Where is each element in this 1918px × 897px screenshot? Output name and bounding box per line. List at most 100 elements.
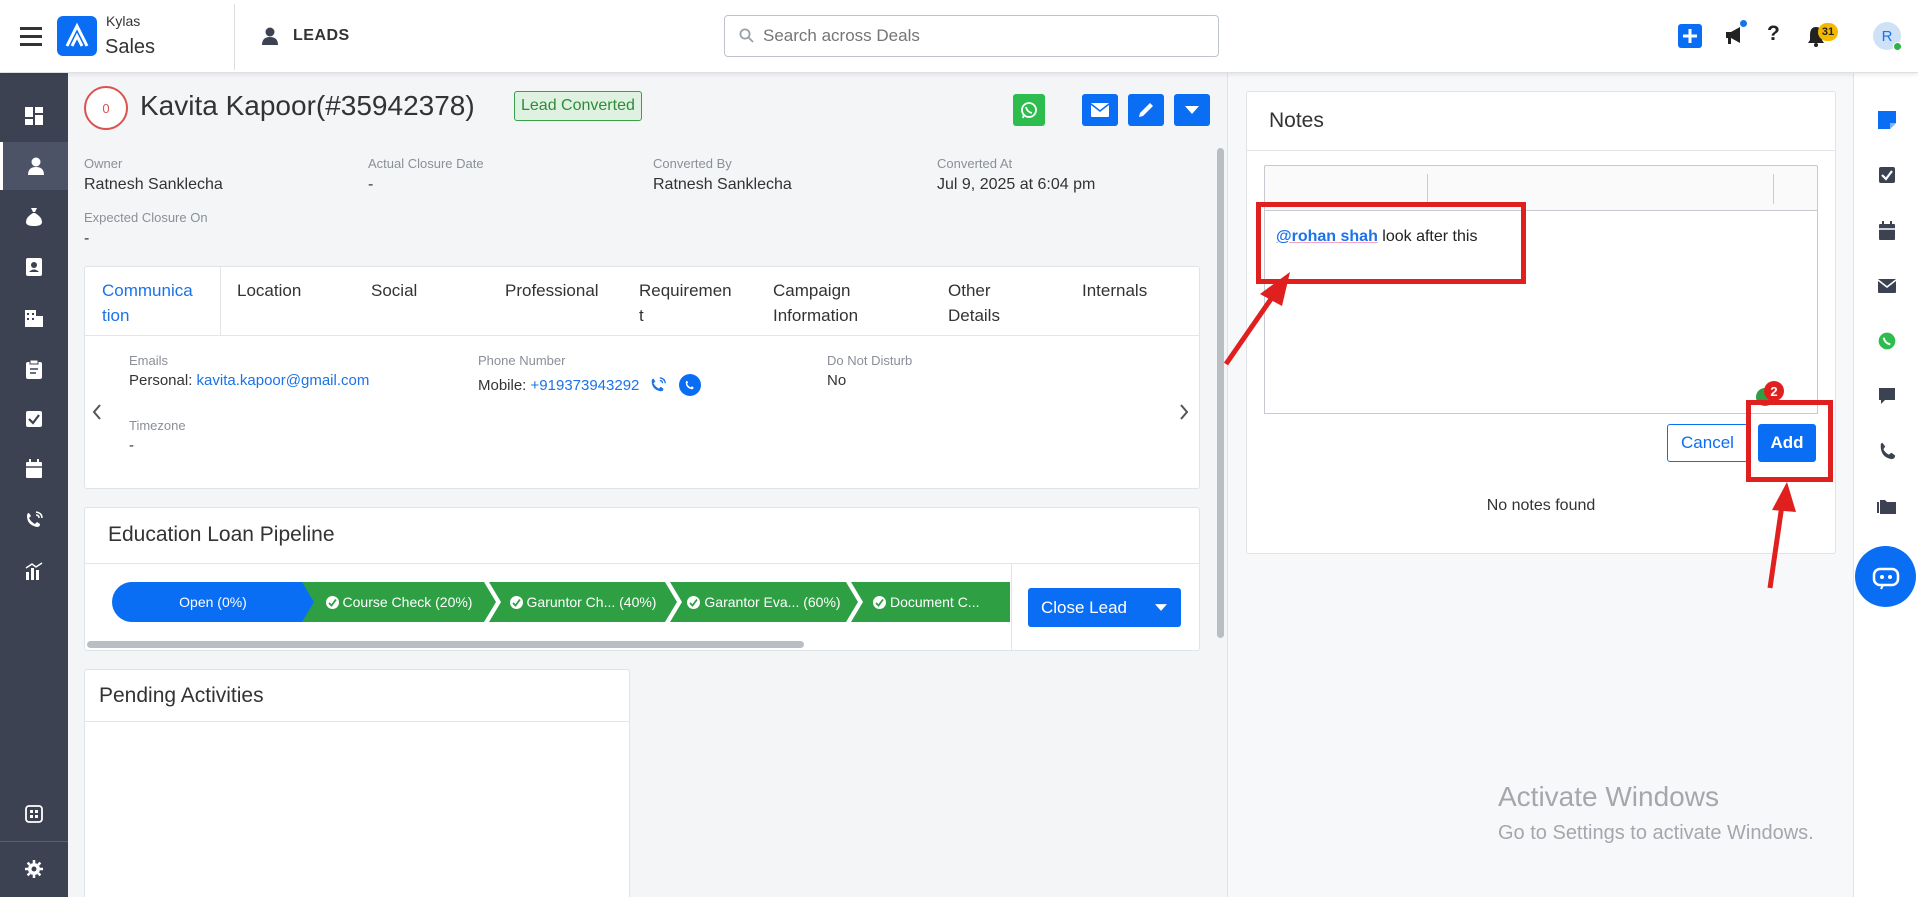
sidebar-item-settings[interactable] — [0, 845, 68, 893]
tab-label: Communica — [102, 281, 193, 300]
tab-campaign-information[interactable]: Campaign Information — [773, 278, 858, 328]
announcement-dot — [1740, 20, 1747, 27]
chevron-right-icon[interactable] — [1179, 404, 1189, 420]
more-actions-dropdown[interactable] — [1174, 94, 1210, 126]
lead-score-badge: 0 — [84, 86, 128, 130]
search-box[interactable] — [724, 15, 1219, 57]
pending-activities-title: Pending Activities — [99, 684, 264, 707]
sidebar-item-companies[interactable] — [0, 294, 68, 342]
chatbot-button[interactable] — [1855, 546, 1916, 607]
phone-link[interactable]: +919373943292 — [531, 377, 640, 394]
phone-icon — [1880, 442, 1895, 460]
field-label: Converted By — [653, 156, 732, 171]
tab-requirement[interactable]: Requiremen t — [639, 278, 732, 328]
tab-social[interactable]: Social — [371, 278, 417, 303]
field-value: Ratnesh Sanklecha — [84, 176, 223, 193]
sidebar-item-contacts[interactable] — [0, 243, 68, 291]
clipboard-icon — [26, 359, 42, 379]
tab-label: Information — [773, 306, 859, 325]
note-icon — [1877, 111, 1896, 129]
field-label: Converted At — [937, 156, 1013, 171]
chat-bubble-icon — [1878, 388, 1895, 404]
field-label: Expected Closure On — [84, 210, 208, 225]
caret-down-icon[interactable] — [1155, 604, 1167, 611]
tab-label: Other — [948, 281, 991, 300]
tab-internals[interactable]: Internals — [1082, 278, 1147, 303]
user-avatar[interactable]: R — [1873, 22, 1902, 51]
tab-other-details[interactable]: Other Details — [948, 278, 1000, 328]
phone-call-icon[interactable] — [649, 376, 667, 394]
top-bar: Kylas Sales LEADS ? 31 R — [0, 0, 1918, 73]
tab-communication[interactable]: Communica tion — [102, 278, 193, 328]
bar-chart-icon — [25, 562, 43, 580]
brand-product: Sales — [105, 36, 156, 58]
help-icon[interactable]: ? — [1767, 22, 1780, 46]
sidebar-item-leads[interactable] — [0, 142, 68, 190]
field-value: No — [827, 372, 847, 389]
search-input[interactable] — [763, 24, 1203, 48]
click-to-call-icon[interactable] — [679, 374, 702, 396]
toolbar-divider — [1427, 174, 1428, 204]
pending-activities-card: Pending Activities — [84, 669, 630, 897]
notes-title: Notes — [1269, 109, 1324, 132]
sidebar-item-dashboard[interactable] — [0, 92, 68, 140]
tab-header-divider — [85, 335, 1199, 336]
dashboard-icon — [25, 107, 43, 125]
person-icon — [262, 27, 278, 45]
field-value: - — [368, 176, 374, 193]
building-icon — [25, 310, 43, 327]
chevron-left-icon[interactable] — [92, 404, 102, 420]
whatsapp-button[interactable] — [1013, 94, 1045, 126]
field-value: Ratnesh Sanklecha — [653, 176, 792, 193]
tab-label: t — [639, 306, 644, 325]
megaphone-icon[interactable] — [1724, 20, 1747, 46]
rsidebar-item-meetings[interactable] — [1854, 211, 1918, 251]
tab-label: Professional — [505, 281, 599, 300]
sidebar-item-deals[interactable] — [0, 193, 68, 241]
rsidebar-item-whatsapp[interactable] — [1854, 321, 1918, 361]
field-label: Phone Number — [478, 353, 566, 368]
notes-header-divider — [1247, 150, 1835, 151]
lead-score: 0 — [102, 100, 110, 116]
apps-grid-icon — [25, 805, 43, 823]
do-not-disturb-field: Do Not Disturb No — [827, 353, 912, 389]
field-converted-at: Converted At Jul 9, 2025 at 6:04 pm — [937, 156, 1095, 194]
sidebar-item-apps[interactable] — [0, 790, 68, 838]
field-label: Do Not Disturb — [827, 353, 913, 368]
pipeline-horizontal-scrollbar[interactable] — [87, 641, 804, 648]
tab-professional[interactable]: Professional — [505, 278, 599, 303]
person-icon — [27, 157, 44, 175]
hamburger-menu-icon[interactable] — [20, 26, 42, 46]
whatsapp-icon — [1021, 102, 1037, 119]
sidebar-item-calls[interactable] — [0, 496, 68, 544]
tab-label: Social — [371, 281, 418, 300]
money-bag-icon — [26, 208, 42, 226]
sidebar-item-quotes[interactable] — [0, 345, 68, 393]
tab-label: Details — [948, 306, 1000, 325]
sidebar-item-calendar[interactable] — [0, 445, 68, 493]
sidebar-item-reports[interactable] — [0, 547, 68, 595]
rsidebar-item-sms[interactable] — [1854, 376, 1918, 416]
tab-label: Internals — [1082, 281, 1148, 300]
module-title: LEADS — [293, 27, 350, 44]
details-tabs-card: Communica tion Location Social Profession… — [84, 266, 1200, 489]
tab-location[interactable]: Location — [237, 278, 301, 303]
email-type: Personal: — [129, 372, 193, 389]
rsidebar-item-emails[interactable] — [1854, 266, 1918, 306]
phone-type: Mobile: — [478, 376, 527, 394]
rsidebar-item-notes[interactable] — [1854, 100, 1918, 140]
rsidebar-item-calls[interactable] — [1854, 431, 1918, 471]
add-button[interactable] — [1678, 24, 1702, 48]
field-label: Owner — [84, 156, 123, 171]
sidebar-item-tasks[interactable] — [0, 395, 68, 443]
kylas-logo-icon[interactable] — [57, 16, 97, 56]
email-link[interactable]: kavita.kapoor@gmail.com — [197, 372, 370, 389]
sidebar-divider — [0, 841, 68, 842]
close-lead-button[interactable]: Close Lead — [1028, 588, 1181, 627]
edit-button[interactable] — [1128, 94, 1164, 126]
email-button[interactable] — [1082, 94, 1118, 126]
rsidebar-item-documents[interactable] — [1854, 486, 1918, 526]
rsidebar-item-tasks[interactable] — [1854, 155, 1918, 195]
tab-label: Location — [237, 281, 302, 300]
toolbar-divider — [1773, 174, 1774, 204]
